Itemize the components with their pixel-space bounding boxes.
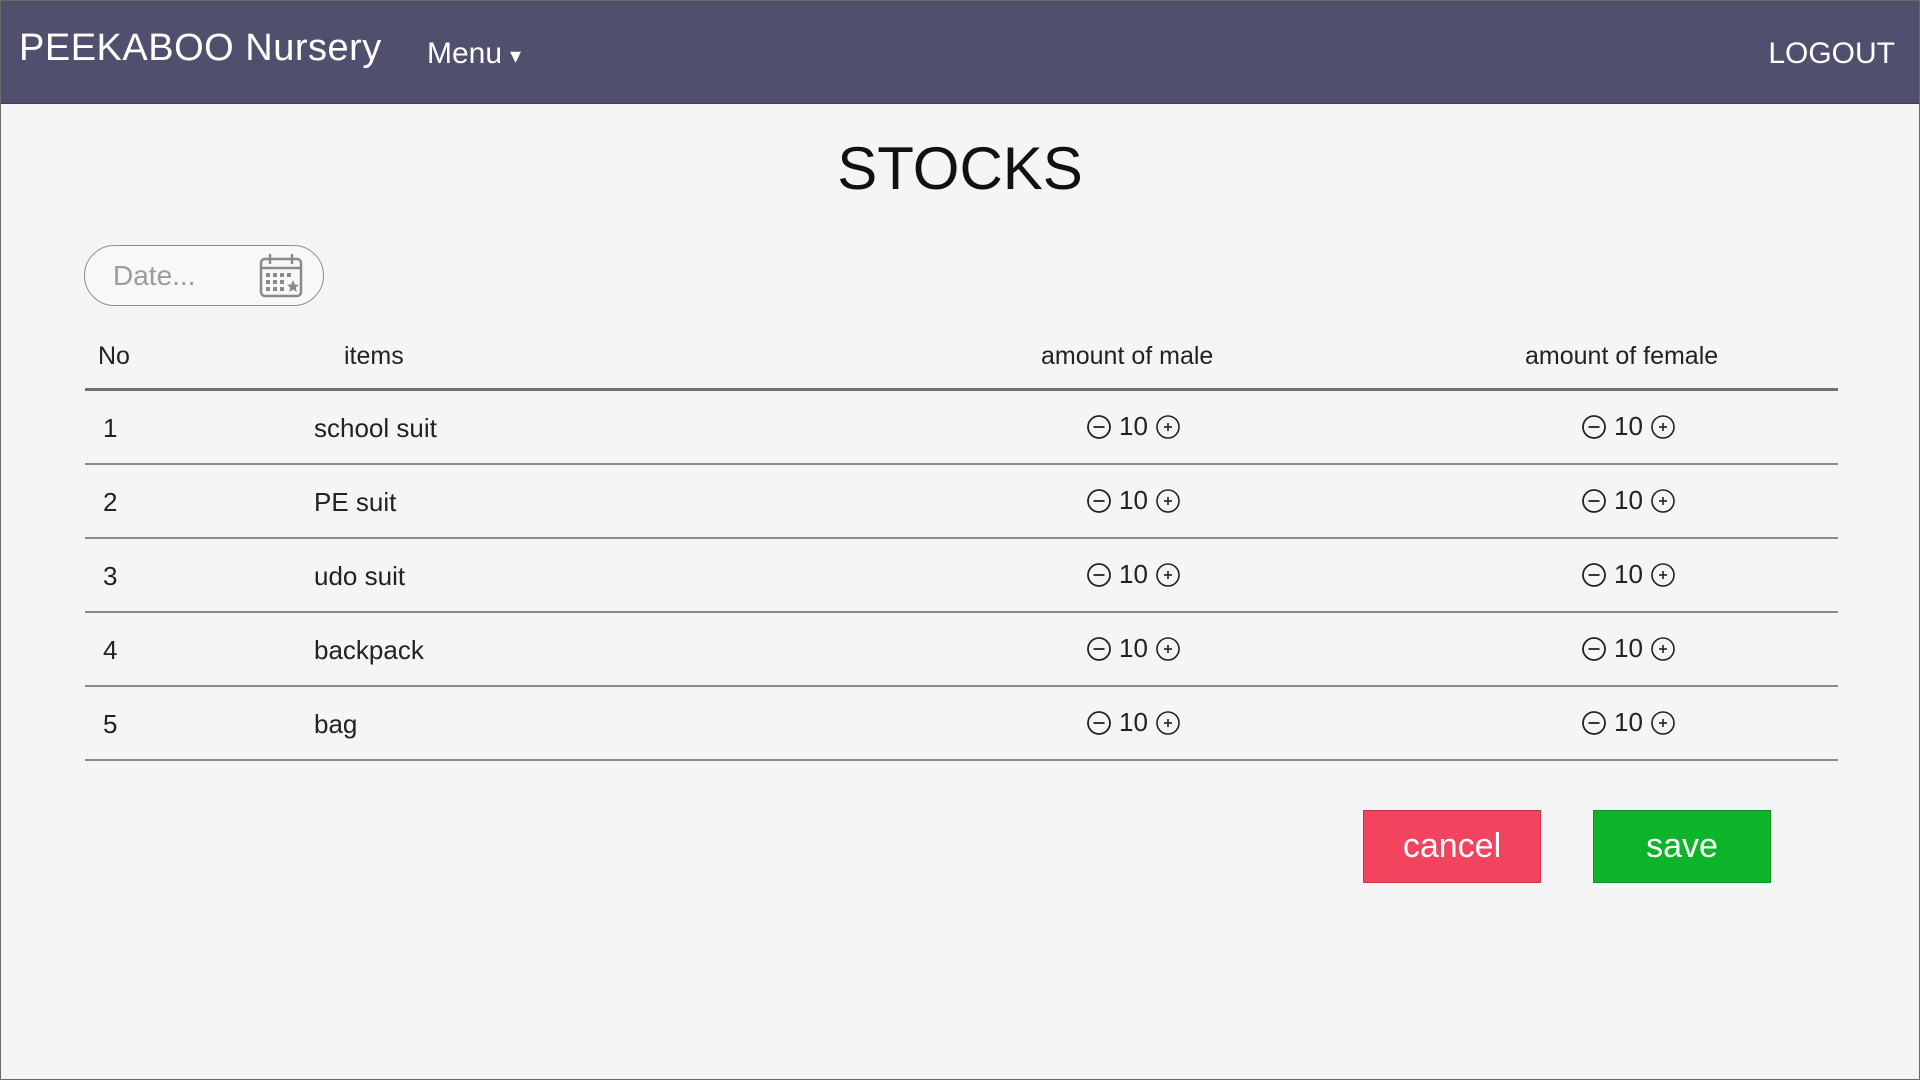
plus-circle-icon[interactable] — [1155, 562, 1181, 588]
table-body: 1 school suit 10 10 2 PE suit 10 10 3 udo suit 10 1… — [85, 391, 1838, 761]
female-quantity-stepper: 10 — [1581, 559, 1676, 590]
row-number: 3 — [103, 561, 118, 591]
minus-circle-icon[interactable] — [1581, 562, 1607, 588]
plus-circle-icon[interactable] — [1650, 710, 1676, 736]
female-quantity-value: 10 — [1614, 559, 1643, 589]
item-name: backpack — [314, 635, 424, 665]
save-button[interactable]: save — [1593, 810, 1771, 883]
male-quantity-value: 10 — [1119, 559, 1148, 589]
table-row: 2 PE suit 10 10 — [85, 465, 1838, 539]
plus-circle-icon[interactable] — [1650, 562, 1676, 588]
row-number: 5 — [103, 709, 118, 739]
plus-circle-icon[interactable] — [1155, 710, 1181, 736]
male-quantity-value: 10 — [1119, 633, 1148, 663]
female-quantity-stepper: 10 — [1581, 633, 1676, 664]
female-quantity-value: 10 — [1614, 707, 1643, 737]
row-number: 1 — [103, 413, 118, 443]
row-number: 4 — [103, 635, 118, 665]
page-title: STOCKS — [837, 135, 1083, 202]
minus-circle-icon[interactable] — [1581, 710, 1607, 736]
minus-circle-icon[interactable] — [1086, 710, 1112, 736]
male-quantity-stepper: 10 — [1086, 707, 1181, 738]
table-row: 3 udo suit 10 10 — [85, 539, 1838, 613]
header-male: amount of male — [1041, 342, 1214, 370]
brand-title: PEEKABOO Nursery — [19, 27, 382, 69]
menu-label: Menu — [427, 37, 503, 70]
minus-circle-icon[interactable] — [1086, 562, 1112, 588]
chevron-down-icon: ▾ — [510, 43, 522, 68]
date-filter[interactable] — [84, 245, 324, 306]
item-name: school suit — [314, 413, 437, 443]
plus-circle-icon[interactable] — [1650, 414, 1676, 440]
top-navbar: PEEKABOO Nursery Menu ▾ LOGOUT — [1, 1, 1919, 104]
stocks-table: No items amount of male amount of female… — [85, 331, 1838, 761]
table-row: 5 bag 10 10 — [85, 687, 1838, 761]
female-quantity-stepper: 10 — [1581, 707, 1676, 738]
date-input[interactable] — [113, 259, 263, 292]
table-row: 1 school suit 10 10 — [85, 391, 1838, 465]
row-number: 2 — [103, 487, 118, 517]
header-no: No — [98, 342, 130, 370]
minus-circle-icon[interactable] — [1086, 414, 1112, 440]
plus-circle-icon[interactable] — [1155, 636, 1181, 662]
male-quantity-stepper: 10 — [1086, 411, 1181, 442]
calendar-icon[interactable] — [257, 252, 305, 300]
minus-circle-icon[interactable] — [1581, 488, 1607, 514]
plus-circle-icon[interactable] — [1155, 414, 1181, 440]
minus-circle-icon[interactable] — [1086, 488, 1112, 514]
item-name: PE suit — [314, 487, 397, 517]
minus-circle-icon[interactable] — [1581, 636, 1607, 662]
male-quantity-value: 10 — [1119, 707, 1148, 737]
female-quantity-stepper: 10 — [1581, 485, 1676, 516]
header-items: items — [344, 342, 404, 370]
table-header: No items amount of male amount of female — [85, 331, 1838, 391]
female-quantity-value: 10 — [1614, 411, 1643, 441]
header-female: amount of female — [1525, 342, 1719, 370]
plus-circle-icon[interactable] — [1650, 488, 1676, 514]
item-name: udo suit — [314, 561, 406, 591]
male-quantity-value: 10 — [1119, 411, 1148, 441]
female-quantity-stepper: 10 — [1581, 411, 1676, 442]
minus-circle-icon[interactable] — [1581, 414, 1607, 440]
male-quantity-stepper: 10 — [1086, 633, 1181, 664]
plus-circle-icon[interactable] — [1155, 488, 1181, 514]
minus-circle-icon[interactable] — [1086, 636, 1112, 662]
logout-button[interactable]: LOGOUT — [1768, 37, 1895, 71]
table-row: 4 backpack 10 10 — [85, 613, 1838, 687]
female-quantity-value: 10 — [1614, 485, 1643, 515]
male-quantity-stepper: 10 — [1086, 485, 1181, 516]
male-quantity-value: 10 — [1119, 485, 1148, 515]
cancel-button[interactable]: cancel — [1363, 810, 1541, 883]
plus-circle-icon[interactable] — [1650, 636, 1676, 662]
male-quantity-stepper: 10 — [1086, 559, 1181, 590]
item-name: bag — [314, 709, 358, 739]
menu-dropdown[interactable]: Menu ▾ — [427, 37, 521, 71]
female-quantity-value: 10 — [1614, 633, 1643, 663]
